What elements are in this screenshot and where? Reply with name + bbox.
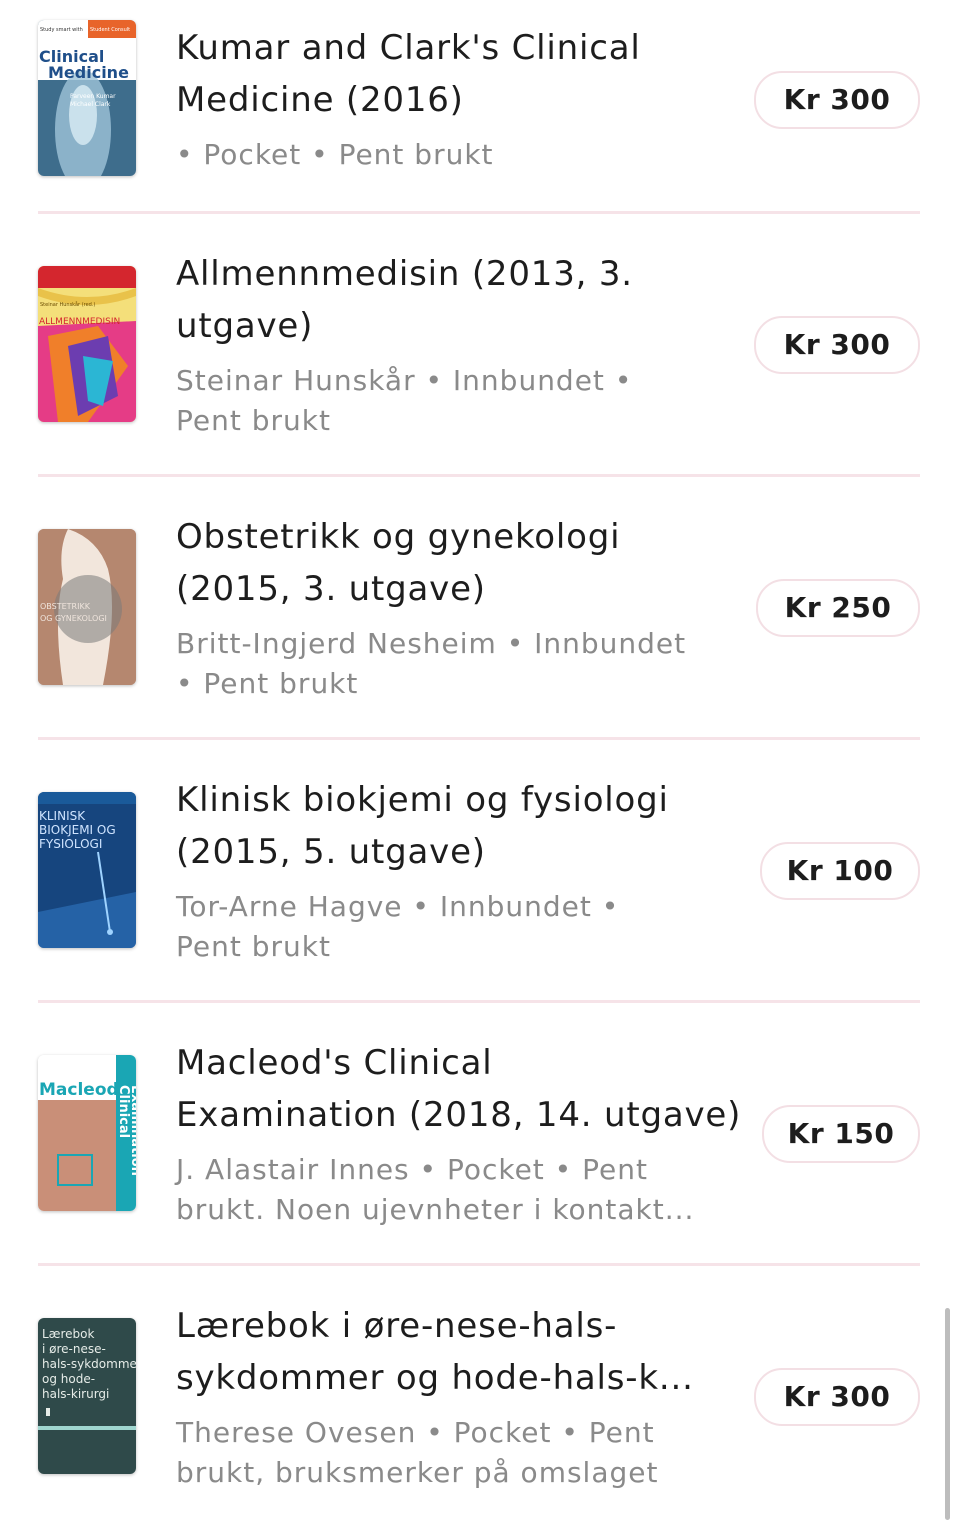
svg-text:Study smart with: Study smart with [40,27,83,33]
svg-text:OG GYNEKOLOGI: OG GYNEKOLOGI [40,614,107,623]
listing-title[interactable]: Obstetrikk og gynekologi (2015, 3. utgav… [176,511,736,615]
book-cover-image: Macleod's Clinical Examination [38,1055,136,1211]
listing-title[interactable]: Macleod's Clinical Examination (2018, 14… [176,1037,742,1141]
listing-meta-line: Therese Ovesen • Pocket • Pent [176,1416,655,1449]
listing-title-line: (2015, 5. utgave) [176,832,486,872]
listing-title-line: Klinisk biokjemi og fysiologi [176,780,669,820]
listing-title-line: Examination (2018, 14. utgave) [176,1095,742,1135]
listing-meta-line: Tor-Arne Hagve • Innbundet • [176,890,620,923]
listing-meta-line: brukt. Noen ujevnheter i kontakt... [176,1193,695,1226]
book-cover[interactable]: Steinar Hunskår (red.) ALLMENNMEDISIN [38,266,136,422]
book-cover[interactable]: Study smart with Student Consult Clinica… [38,20,136,176]
listing-title-line: Macleod's Clinical [176,1043,493,1083]
listing-title-line: Allmennmedisin (2013, 3. [176,254,633,294]
book-cover-image: Study smart with Student Consult Clinica… [38,20,136,176]
listing-meta: Britt-Ingjerd Nesheim • Innbundet • Pent… [176,624,736,704]
listing-meta: J. Alastair Innes • Pocket • Pent brukt.… [176,1150,736,1230]
price-button[interactable]: Kr 300 [754,316,920,374]
list-item[interactable]: Lærebok i øre-nese- hals-sykdommer og ho… [38,1266,920,1518]
book-cover-image: Steinar Hunskår (red.) ALLMENNMEDISIN [38,266,136,422]
list-item[interactable]: Macleod's Clinical Examination Macleod's… [38,1003,920,1265]
svg-text:Michael Clark: Michael Clark [70,101,111,108]
svg-text:Lærebok: Lærebok [42,1327,94,1341]
svg-text:FYSIOLOGI: FYSIOLOGI [39,837,102,851]
listing-title[interactable]: Klinisk biokjemi og fysiologi (2015, 5. … [176,774,736,878]
listing-title-line: (2015, 3. utgave) [176,569,486,609]
listing-meta-line: Britt-Ingjerd Nesheim • Innbundet [176,627,687,660]
listing-title[interactable]: Lærebok i øre-nese-hals- sykdommer og ho… [176,1300,736,1404]
listing-title-line: utgave) [176,306,314,346]
svg-text:ALLMENNMEDISIN: ALLMENNMEDISIN [39,317,120,327]
book-cover[interactable]: Macleod's Clinical Examination [38,1055,136,1211]
list-item[interactable]: OBSTETRIKK OG GYNEKOLOGI Obstetrikk og g… [38,477,920,739]
book-cover-image: OBSTETRIKK OG GYNEKOLOGI [38,529,136,685]
list-item[interactable]: Steinar Hunskår (red.) ALLMENNMEDISIN Al… [38,214,920,476]
listing-meta: • Pocket • Pent brukt [176,135,736,175]
listing-title[interactable]: Allmennmedisin (2013, 3. utgave) [176,248,736,352]
svg-text:Student Consult: Student Consult [90,27,130,33]
listing-meta: Therese Ovesen • Pocket • Pent brukt, br… [176,1413,736,1493]
listing-title-line: Obstetrikk og gynekologi [176,517,621,557]
listing-title-line: Medicine (2016) [176,80,464,120]
svg-text:hals-kirurgi: hals-kirurgi [42,1387,109,1401]
book-cover-image: Lærebok i øre-nese- hals-sykdommer og ho… [38,1318,136,1474]
svg-text:Examination: Examination [128,1085,136,1176]
svg-text:Parveen Kumar: Parveen Kumar [70,93,116,100]
listing-title-line: Lærebok i øre-nese-hals- [176,1306,618,1346]
price-button[interactable]: Kr 300 [754,71,920,129]
svg-text:BIOKJEMI OG: BIOKJEMI OG [39,823,116,837]
listing-meta: Steinar Hunskår • Innbundet • Pent brukt [176,361,736,441]
list-item[interactable]: KLINISK BIOKJEMI OG FYSIOLOGI Klinisk bi… [38,740,920,1002]
svg-text:i øre-nese-: i øre-nese- [42,1342,106,1356]
book-cover-image: KLINISK BIOKJEMI OG FYSIOLOGI [38,792,136,948]
book-cover[interactable]: Lærebok i øre-nese- hals-sykdommer og ho… [38,1318,136,1474]
price-button[interactable]: Kr 100 [760,842,920,900]
listing-meta: Tor-Arne Hagve • Innbundet • Pent brukt [176,887,736,967]
listing-meta-line: Steinar Hunskår • Innbundet • [176,364,633,397]
svg-text:hals-sykdommer: hals-sykdommer [42,1357,136,1371]
listing-title-line: sykdommer og hode-hals-k... [176,1358,694,1398]
listing-meta-line: • Pocket • Pent brukt [176,138,494,171]
list-item[interactable]: Study smart with Student Consult Clinica… [38,0,920,212]
listing-title-line: Kumar and Clark's Clinical [176,28,641,68]
price-button[interactable]: Kr 150 [762,1105,920,1163]
listing-meta-line: • Pent brukt [176,667,359,700]
book-cover[interactable]: KLINISK BIOKJEMI OG FYSIOLOGI [38,792,136,948]
listing-meta-line: Pent brukt [176,404,331,437]
listing-meta-line: J. Alastair Innes • Pocket • Pent [176,1153,648,1186]
book-cover[interactable]: OBSTETRIKK OG GYNEKOLOGI [38,529,136,685]
listing-title[interactable]: Kumar and Clark's Clinical Medicine (201… [176,22,736,126]
svg-text:Steinar Hunskår (red.): Steinar Hunskår (red.) [40,301,95,308]
svg-text:KLINISK: KLINISK [39,809,86,823]
listing-meta-line: Pent brukt [176,930,331,963]
price-button[interactable]: Kr 250 [756,579,920,637]
listing-meta-line: brukt, bruksmerker på omslaget [176,1456,659,1489]
scrollbar[interactable] [945,1308,950,1520]
price-button[interactable]: Kr 300 [754,1368,920,1426]
svg-text:og hode-: og hode- [42,1372,95,1386]
svg-text:OBSTETRIKK: OBSTETRIKK [40,602,91,611]
svg-text:Medicine: Medicine [48,63,129,82]
